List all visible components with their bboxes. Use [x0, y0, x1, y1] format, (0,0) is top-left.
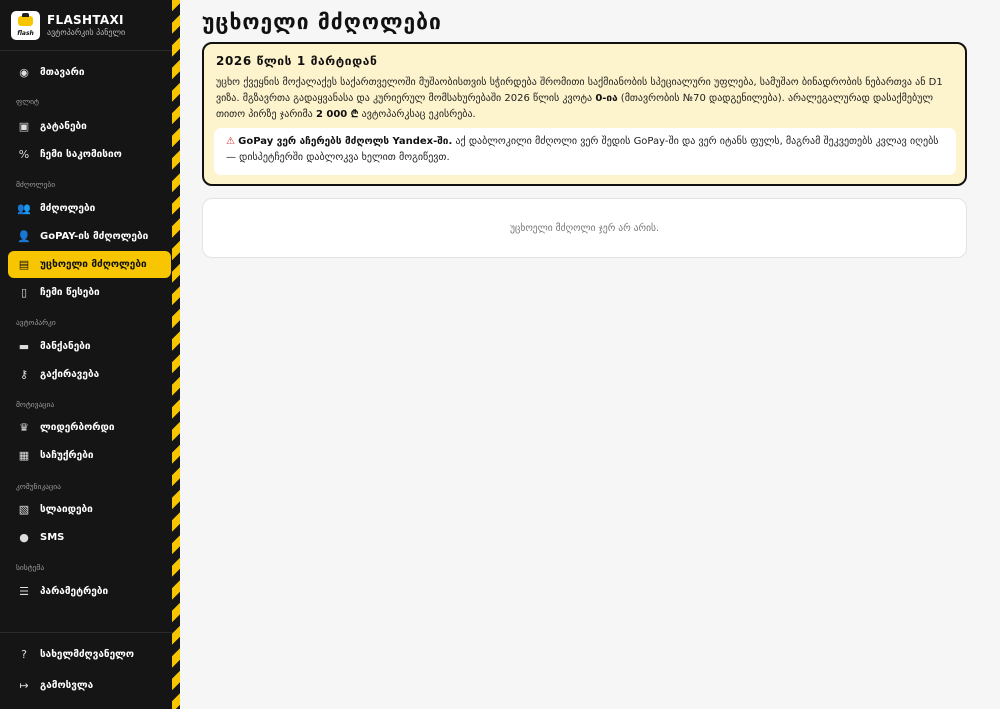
sidebar-item-cars[interactable]: ▬ მანქანები [8, 333, 171, 360]
sidebar-item-drivers[interactable]: 👥 მძღოლები [8, 195, 171, 222]
logo-text: flash [17, 29, 34, 37]
sidebar-item-logout[interactable]: ↦ გამოსვლა [8, 672, 171, 699]
sidebar-item-label: სახელმძღვანელო [40, 649, 134, 660]
car-icon: ▬ [18, 340, 30, 353]
brand[interactable]: flash FLASHTAXI ავტოპარკის პანელი [11, 10, 125, 40]
brand-subtitle: ავტოპარკის პანელი [47, 27, 126, 37]
sidebar-item-commission[interactable]: % ჩემი საკომისიო [8, 141, 171, 168]
sidebar-item-gopay-drivers[interactable]: 👤 GoPAY-ის მძღოლები [8, 223, 171, 250]
sidebar-item-label: GoPAY-ის მძღოლები [40, 231, 149, 242]
notice-card: 2026 წლის 1 მარტიდან უცხო ქვეყნის მოქალა… [202, 42, 967, 186]
sidebar-item-settings[interactable]: ☰ პარამეტრები [8, 578, 171, 605]
dashboard-icon: ◉ [19, 66, 29, 79]
payouts-icon: ▣ [18, 120, 30, 133]
sidebar-item-label: პარამეტრები [40, 586, 109, 597]
sidebar-item-rent[interactable]: ⚷ გაქირავება [8, 361, 171, 388]
sidebar-item-label: მძღოლები [40, 203, 96, 214]
sidebar-item-label: სლაიდები [40, 504, 93, 515]
notice-text: ავტოპარკსაც ეკისრება. [361, 109, 476, 120]
notice-title: 2026 წლის 1 მარტიდან [216, 54, 378, 68]
sidebar-item-label: ჩემი საკომისიო [40, 149, 122, 160]
divider [0, 50, 172, 51]
passport-icon: ▤ [18, 258, 30, 271]
sidebar-item-slides[interactable]: ▧ სლაიდები [8, 496, 171, 523]
help-icon: ? [21, 648, 27, 661]
sidebar-item-sms[interactable]: ● SMS [8, 524, 171, 551]
chat-icon: ● [19, 531, 29, 544]
sidebar-item-payouts[interactable]: ▣ გატანები [8, 113, 171, 140]
empty-state-text: უცხოელი მძღოლი ჯერ არ არის. [509, 222, 660, 234]
sidebar-item-leaderboard[interactable]: ♛ ლიდერბორდი [8, 414, 171, 441]
sidebar-item-label: გატანები [40, 121, 87, 132]
section-label-system: სისტემა [16, 563, 45, 572]
taxi-car-icon [18, 12, 33, 26]
section-label-drivers: მძღოლები [16, 180, 56, 189]
section-label-communication: კომუნიკაცია [16, 482, 61, 491]
empty-state-card: უცხოელი მძღოლი ჯერ არ არის. [202, 198, 967, 258]
sidebar-item-label: ჩემი წესები [40, 287, 100, 298]
section-label-motivation: მოტივაცია [16, 400, 55, 409]
sidebar-item-label: საჩუქრები [40, 450, 94, 461]
brand-name: FLASHTAXI [47, 12, 124, 27]
images-icon: ▧ [18, 503, 30, 516]
percent-icon: % [18, 148, 30, 161]
sidebar-item-label: უცხოელი მძღოლები [40, 259, 147, 270]
sidebar-item-label: მთავარი [40, 67, 85, 78]
warning-icon: ⚠ [226, 136, 235, 147]
section-label-autopark: ავტოპარკი [16, 318, 56, 327]
section-label-fleet: ფლიტ [16, 97, 39, 106]
divider [0, 632, 172, 633]
key-icon: ⚷ [19, 368, 29, 381]
sidebar-item-label: მანქანები [40, 341, 91, 352]
sidebar-item-main[interactable]: ◉ მთავარი [8, 59, 171, 86]
logout-icon: ↦ [19, 679, 29, 692]
page-title: უცხოელი მძღოლები [202, 10, 442, 34]
sidebar-item-gifts[interactable]: ▦ საჩუქრები [8, 442, 171, 469]
sidebar: flash FLASHTAXI ავტოპარკის პანელი ◉ მთავ… [0, 0, 172, 709]
hazard-stripe [172, 0, 180, 709]
flashtaxi-logo: flash [11, 10, 40, 40]
sidebar-item-guide[interactable]: ? სახელმძღვანელო [8, 641, 171, 668]
sidebar-item-foreign-drivers[interactable]: ▤ უცხოელი მძღოლები [8, 251, 171, 278]
document-icon: ▯ [20, 286, 28, 299]
sliders-icon: ☰ [19, 585, 29, 598]
users-icon: 👥 [17, 202, 31, 215]
warning-box: ⚠ GoPay ვერ აჩერებს მძღოლს Yandex-ში. აქ… [214, 128, 956, 175]
gift-icon: ▦ [18, 449, 30, 462]
notice-fine: 2 000 ₾ [315, 109, 359, 120]
sidebar-item-label: SMS [40, 532, 65, 543]
notice-quota: 0-ია [595, 93, 618, 104]
notice-body: უცხო ქვეყნის მოქალაქეს საქართველოში მუშა… [216, 75, 956, 123]
sidebar-item-my-rules[interactable]: ▯ ჩემი წესები [8, 279, 171, 306]
user-plus-icon: 👤 [17, 230, 31, 243]
trophy-icon: ♛ [19, 421, 29, 434]
warning-title: GoPay ვერ აჩერებს მძღოლს Yandex-ში. [238, 136, 453, 147]
sidebar-item-label: გამოსვლა [40, 680, 94, 691]
sidebar-item-label: ლიდერბორდი [40, 422, 115, 433]
sidebar-item-label: გაქირავება [40, 369, 100, 380]
